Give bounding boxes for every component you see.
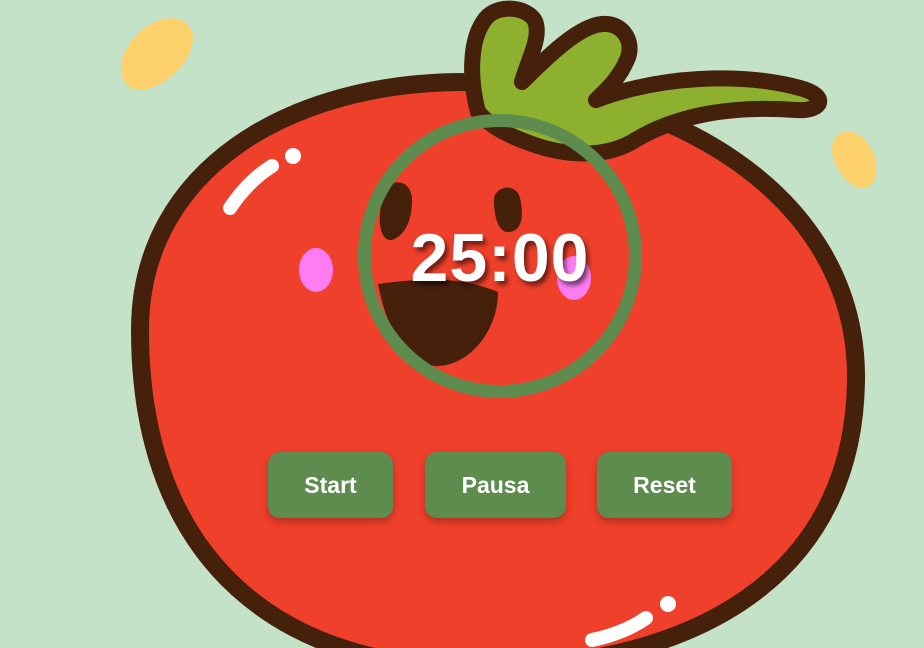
timer-display: 25:00 xyxy=(410,220,590,296)
highlight-dot-bottom xyxy=(660,596,676,612)
reset-button[interactable]: Reset xyxy=(597,452,732,518)
cheek-left xyxy=(299,248,333,292)
seed-right xyxy=(832,131,877,189)
pause-button[interactable]: Pausa xyxy=(425,452,566,518)
highlight-dot-top xyxy=(285,148,301,164)
seed-left xyxy=(121,18,193,90)
start-button[interactable]: Start xyxy=(268,452,393,518)
